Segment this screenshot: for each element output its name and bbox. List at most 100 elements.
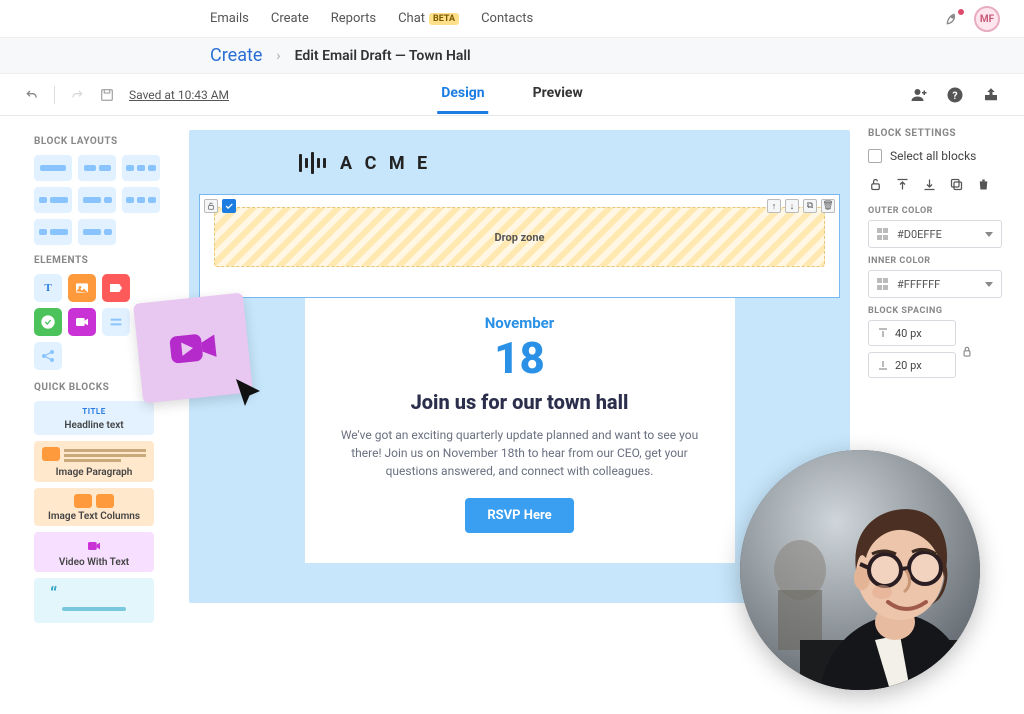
nav-chat[interactable]: Chat BETA <box>398 11 459 26</box>
save-icon[interactable] <box>99 87 115 103</box>
rocket-icon[interactable] <box>944 11 960 27</box>
breadcrumb-bar: Create › Edit Email Draft — Town Hall <box>0 38 1024 74</box>
block-tools <box>868 177 1002 192</box>
qb-caption: Image Text Columns <box>42 511 146 522</box>
layout-1-2[interactable] <box>34 187 72 213</box>
lock-icon[interactable] <box>204 199 218 213</box>
element-divider[interactable] <box>102 308 130 336</box>
block-settings-title: BLOCK SETTINGS <box>868 128 1002 139</box>
inner-color-select[interactable]: #FFFFFF <box>868 270 1002 298</box>
layout-2col[interactable] <box>78 155 116 181</box>
inner-color-label: INNER COLOR <box>868 256 1002 266</box>
block-layouts-title: BLOCK LAYOUTS <box>34 136 163 147</box>
qb-tag: TITLE <box>42 407 146 416</box>
saved-timestamp[interactable]: Saved at 10:43 AM <box>129 88 229 102</box>
breadcrumb-leaf: Edit Email Draft — Town Hall <box>295 48 471 64</box>
editor-toolbar: Saved at 10:43 AM Design Preview ? <box>0 74 1024 116</box>
spacing-link[interactable] <box>960 345 974 359</box>
outer-color-label: OUTER COLOR <box>868 206 1002 216</box>
separator <box>54 86 55 104</box>
tab-design[interactable]: Design <box>437 75 488 114</box>
quick-blocks-list: TITLE Headline text Image Paragraph Imag… <box>34 401 163 623</box>
elements-title: ELEMENTS <box>34 255 163 266</box>
top-navigation: Emails Create Reports ChatBETA Contacts … <box>0 0 1024 38</box>
qb-caption: Video With Text <box>42 557 146 568</box>
left-panel: BLOCK LAYOUTS ELEMENTS T <box>0 116 175 714</box>
element-image[interactable] <box>68 274 96 302</box>
align-top-icon[interactable] <box>895 177 910 192</box>
cursor-icon <box>230 376 266 416</box>
select-all-label: Select all blocks <box>890 149 976 163</box>
element-video[interactable] <box>68 308 96 336</box>
block-spacing-label: BLOCK SPACING <box>868 306 1002 316</box>
layout-wide-narrow[interactable] <box>78 219 116 245</box>
move-up-icon[interactable]: ↑ <box>767 199 781 213</box>
brand-name: A C M E <box>340 153 431 174</box>
nav-create[interactable]: Create <box>271 11 309 26</box>
tab-preview[interactable]: Preview <box>529 75 587 114</box>
element-check[interactable] <box>34 308 62 336</box>
layout-2-1[interactable] <box>78 187 116 213</box>
chevron-right-icon: › <box>276 48 280 64</box>
nav-chat-label: Chat <box>398 11 425 26</box>
outer-color-value: #D0EFFE <box>897 228 942 241</box>
layout-narrow-wide[interactable] <box>34 219 72 245</box>
qb-headline[interactable]: TITLE Headline text <box>34 401 154 435</box>
qb-caption: Headline text <box>42 420 146 431</box>
beta-badge: BETA <box>429 13 459 25</box>
caret-down-icon <box>985 282 993 287</box>
trash-icon[interactable] <box>976 177 991 192</box>
outer-color-select[interactable]: #D0EFFE <box>868 220 1002 248</box>
add-user-icon[interactable] <box>910 86 928 104</box>
undo-icon[interactable] <box>24 87 40 103</box>
layout-3col[interactable] <box>122 155 160 181</box>
move-down-icon[interactable]: ↓ <box>785 199 799 213</box>
event-month: November <box>335 314 705 332</box>
block-layouts-grid <box>34 155 163 245</box>
layout-4col[interactable] <box>122 187 160 213</box>
copy-icon[interactable] <box>949 177 964 192</box>
inner-color-value: #FFFFFF <box>897 278 940 291</box>
selected-block[interactable]: ↑ ↓ ⧉ 🗑 Drop zone <box>199 194 840 298</box>
brand-logo-icon <box>299 152 326 174</box>
spacing-bottom-value: 20 px <box>895 359 922 372</box>
share-icon[interactable] <box>982 86 1000 104</box>
qb-image-paragraph[interactable]: Image Paragraph <box>34 441 154 482</box>
notification-dot <box>958 9 964 15</box>
element-text[interactable]: T <box>34 274 62 302</box>
layout-1col[interactable] <box>34 155 72 181</box>
block-select-checkbox[interactable] <box>222 199 236 213</box>
redo-icon[interactable] <box>69 87 85 103</box>
select-all-row[interactable]: Select all blocks <box>868 149 1002 163</box>
nav-emails[interactable]: Emails <box>210 11 249 26</box>
event-day: 18 <box>335 336 705 380</box>
nav-contacts[interactable]: Contacts <box>481 11 533 26</box>
element-tag[interactable] <box>102 274 130 302</box>
spacing-top-value: 40 px <box>895 327 922 340</box>
drop-zone[interactable]: Drop zone <box>214 207 825 267</box>
email-content-block[interactable]: November 18 Join us for our town hall We… <box>305 298 735 563</box>
persona-photo <box>740 450 980 690</box>
select-all-checkbox[interactable] <box>868 149 882 163</box>
spacing-top-input[interactable]: 40 px <box>868 320 956 346</box>
help-icon[interactable]: ? <box>946 86 964 104</box>
spacing-bottom-input[interactable]: 20 px <box>868 352 956 378</box>
email-paragraph: We've got an exciting quarterly update p… <box>335 426 705 480</box>
breadcrumb-root[interactable]: Create <box>210 45 262 66</box>
user-avatar[interactable]: MF <box>974 6 1000 32</box>
qb-image-text-cols[interactable]: Image Text Columns <box>34 488 154 526</box>
delete-icon[interactable]: 🗑 <box>821 199 835 213</box>
svg-text:?: ? <box>952 88 957 101</box>
email-headline: Join us for our town hall <box>335 390 705 414</box>
nav-reports[interactable]: Reports <box>331 11 376 26</box>
rsvp-button[interactable]: RSVP Here <box>465 498 573 533</box>
element-social[interactable] <box>34 342 62 370</box>
view-tabs: Design Preview <box>437 75 587 114</box>
qb-caption: Image Paragraph <box>42 467 146 478</box>
unlock-icon[interactable] <box>868 177 883 192</box>
align-bottom-icon[interactable] <box>922 177 937 192</box>
duplicate-icon[interactable]: ⧉ <box>803 199 817 213</box>
qb-video-text[interactable]: Video With Text <box>34 532 154 572</box>
caret-down-icon <box>985 232 993 237</box>
qb-quote[interactable]: “ <box>34 578 154 623</box>
